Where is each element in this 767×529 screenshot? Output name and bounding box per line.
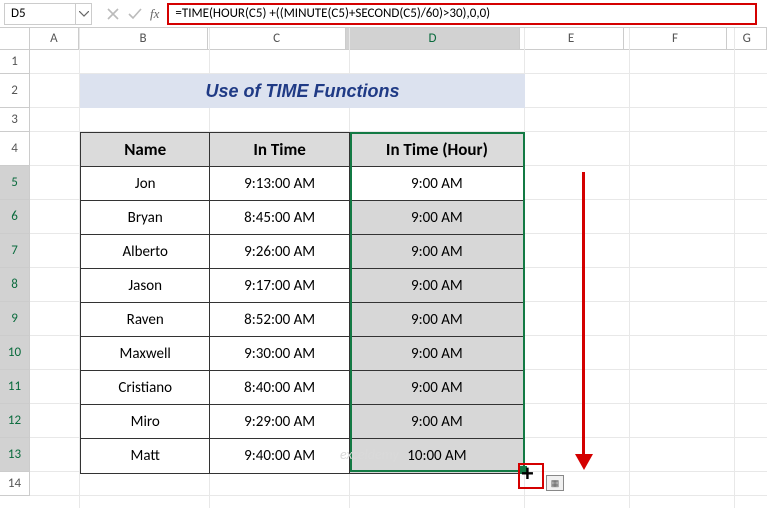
cell-name[interactable]: Jon <box>81 167 210 201</box>
arrow-annotation-line <box>582 172 585 457</box>
table-row[interactable]: Maxwell9:30:00 AM9:00 AM <box>81 337 524 371</box>
check-icon <box>128 8 142 20</box>
cell-in-time-hour[interactable]: 9:00 AM <box>350 235 524 269</box>
formula-bar[interactable]: =TIME(HOUR(C5) +((MINUTE(C5)+SECOND(C5)/… <box>167 3 757 25</box>
cell-in-time-hour[interactable]: 9:00 AM <box>350 371 524 405</box>
formula-bar-row: D5 fx =TIME(HOUR(C5) +((MINUTE(C5)+SECON… <box>0 0 767 28</box>
row-header-14[interactable]: 14 <box>0 472 30 496</box>
cell-name[interactable]: Cristiano <box>81 371 210 405</box>
arrow-annotation-head <box>575 454 593 470</box>
cell-in-time[interactable]: 9:30:00 AM <box>210 337 349 371</box>
row-header-3[interactable]: 3 <box>0 108 30 132</box>
cell-in-time-hour[interactable]: 9:00 AM <box>350 303 524 337</box>
autofill-options-button[interactable]: ▦ <box>546 475 564 491</box>
x-icon <box>107 8 119 20</box>
cell-in-time-hour[interactable]: 10:00 AM <box>350 439 524 473</box>
cell-in-time-hour[interactable]: 9:00 AM <box>350 167 524 201</box>
table-header-row: Name In Time In Time (Hour) <box>81 133 524 167</box>
cell-in-time[interactable]: 9:29:00 AM <box>210 405 349 439</box>
spreadsheet-grid[interactable]: A B C D E F G 1 2 3 4 5 6 7 8 9 10 11 12… <box>0 28 767 50</box>
row-header-9[interactable]: 9 <box>0 302 30 336</box>
plus-cursor-icon: + <box>521 463 534 485</box>
row-header-1[interactable]: 1 <box>0 50 30 74</box>
cell-in-time[interactable]: 9:40:00 AM <box>210 439 349 473</box>
row-header-11[interactable]: 11 <box>0 370 30 404</box>
cell-in-time[interactable]: 9:26:00 AM <box>210 235 349 269</box>
row-header-8[interactable]: 8 <box>0 268 30 302</box>
confirm-formula-button[interactable] <box>124 3 146 25</box>
cancel-formula-button[interactable] <box>102 3 124 25</box>
table-row[interactable]: Alberto9:26:00 AM9:00 AM <box>81 235 524 269</box>
cell-in-time-hour[interactable]: 9:00 AM <box>350 337 524 371</box>
row-header-10[interactable]: 10 <box>0 336 30 370</box>
cell-in-time[interactable]: 9:13:00 AM <box>210 167 349 201</box>
header-name: Name <box>81 133 210 167</box>
name-box-dropdown[interactable] <box>76 3 92 25</box>
row-header-13[interactable]: 13 <box>0 438 30 472</box>
data-table: Name In Time In Time (Hour) Jon9:13:00 A… <box>80 132 525 474</box>
header-in-time: In Time <box>210 133 349 167</box>
table-row[interactable]: Bryan8:45:00 AM9:00 AM <box>81 201 524 235</box>
row-header-6[interactable]: 6 <box>0 200 30 234</box>
page-title: Use of TIME Functions <box>80 74 525 108</box>
table-row[interactable]: Jason9:17:00 AM9:00 AM <box>81 269 524 303</box>
row-header-12[interactable]: 12 <box>0 404 30 438</box>
cell-name[interactable]: Bryan <box>81 201 210 235</box>
cell-in-time-hour[interactable]: 9:00 AM <box>350 405 524 439</box>
table-row[interactable]: Cristiano8:40:00 AM9:00 AM <box>81 371 524 405</box>
cell-in-time-hour[interactable]: 9:00 AM <box>350 269 524 303</box>
select-all-corner[interactable] <box>0 28 30 50</box>
cell-name[interactable]: Alberto <box>81 235 210 269</box>
cell-name[interactable]: Jason <box>81 269 210 303</box>
table-row[interactable]: Raven8:52:00 AM9:00 AM <box>81 303 524 337</box>
cell-in-time[interactable]: 9:17:00 AM <box>210 269 349 303</box>
cell-in-time-hour[interactable]: 9:00 AM <box>350 201 524 235</box>
name-box[interactable]: D5 <box>4 3 76 25</box>
header-in-time-hour: In Time (Hour) <box>350 133 524 167</box>
cell-name[interactable]: Miro <box>81 405 210 439</box>
table-row[interactable]: Miro9:29:00 AM9:00 AM <box>81 405 524 439</box>
fx-icon[interactable]: fx <box>146 6 163 22</box>
table-row[interactable]: Matt9:40:00 AM10:00 AM <box>81 439 524 473</box>
row-header-2[interactable]: 2 <box>0 74 30 108</box>
row-header-4[interactable]: 4 <box>0 132 30 166</box>
cell-name[interactable]: Matt <box>81 439 210 473</box>
cell-in-time[interactable]: 8:52:00 AM <box>210 303 349 337</box>
cell-name[interactable]: Maxwell <box>81 337 210 371</box>
cell-in-time[interactable]: 8:40:00 AM <box>210 371 349 405</box>
table-row[interactable]: Jon9:13:00 AM9:00 AM <box>81 167 524 201</box>
chevron-down-icon <box>79 11 89 17</box>
row-header-7[interactable]: 7 <box>0 234 30 268</box>
cell-name[interactable]: Raven <box>81 303 210 337</box>
row-header-5[interactable]: 5 <box>0 166 30 200</box>
cell-in-time[interactable]: 8:45:00 AM <box>210 201 349 235</box>
